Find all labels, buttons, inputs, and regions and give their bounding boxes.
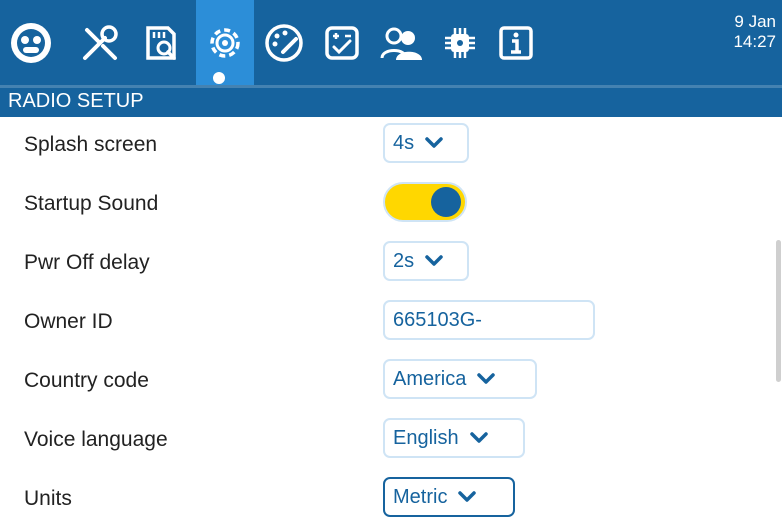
startup-sound-label: Startup Sound	[24, 192, 159, 215]
chevron-down-icon	[458, 491, 477, 502]
startup-sound-toggle[interactable]	[383, 182, 467, 222]
setting-row-country-code: Country code America	[0, 353, 770, 411]
theme-tab[interactable]	[256, 0, 312, 85]
sd-card-icon	[146, 25, 176, 60]
users-tab[interactable]	[372, 0, 430, 85]
clock: 9 Jan 14:27	[733, 12, 776, 52]
page-title-bar: RADIO SETUP	[0, 85, 782, 117]
date-text: 9 Jan	[734, 12, 776, 31]
owner-id-input[interactable]: 665103G-	[383, 300, 595, 340]
checklist-tab[interactable]	[314, 0, 370, 85]
model-tab[interactable]	[2, 0, 60, 85]
splash-screen-label: Splash screen	[24, 133, 158, 156]
chevron-down-icon	[425, 255, 443, 266]
users-icon	[380, 27, 422, 60]
gear-icon	[210, 27, 240, 58]
units-dropdown[interactable]: Metric	[383, 477, 515, 517]
splash-screen-value: 4s	[393, 131, 415, 154]
setting-row-voice-language: Voice language English	[0, 412, 770, 470]
pwr-off-delay-value: 2s	[393, 249, 415, 272]
voice-language-dropdown[interactable]: English	[383, 418, 525, 458]
setting-row-units: Units Metric	[0, 471, 770, 529]
setting-row-pwr-off-delay: Pwr Off delay 2s	[0, 235, 770, 293]
country-code-label: Country code	[24, 369, 149, 392]
info-tab[interactable]	[488, 0, 544, 85]
hardware-tab[interactable]	[432, 0, 488, 85]
tools-tab[interactable]	[72, 0, 128, 85]
country-code-value: America	[393, 367, 467, 390]
units-value: Metric	[393, 485, 448, 508]
pwr-off-delay-dropdown[interactable]: 2s	[383, 241, 469, 281]
setting-row-splash-screen: Splash screen 4s	[0, 117, 770, 175]
chevron-down-icon	[477, 373, 496, 384]
scrollbar[interactable]	[776, 240, 781, 382]
toggle-knob	[431, 187, 461, 217]
top-toolbar: 9 Jan 14:27	[0, 0, 782, 87]
pwr-off-delay-label: Pwr Off delay	[24, 251, 150, 274]
sd-card-tab[interactable]	[132, 0, 190, 85]
model-icon	[11, 22, 51, 63]
setting-row-startup-sound: Startup Sound	[0, 176, 770, 234]
chevron-down-icon	[425, 137, 443, 148]
owner-id-label: Owner ID	[24, 310, 113, 333]
checklist-icon	[325, 25, 359, 60]
splash-screen-dropdown[interactable]: 4s	[383, 123, 469, 163]
page-title: RADIO SETUP	[8, 90, 144, 112]
hardware-chip-icon	[445, 27, 475, 58]
country-code-dropdown[interactable]: America	[383, 359, 537, 399]
setting-row-owner-id: Owner ID 665103G-	[0, 294, 770, 352]
voice-language-value: English	[393, 426, 459, 449]
voice-language-label: Voice language	[24, 428, 168, 451]
chevron-down-icon	[469, 432, 488, 443]
tools-icon	[83, 24, 118, 60]
settings-list: Splash screen 4s Startup Sound Pwr Off d…	[0, 117, 782, 520]
theme-palette-icon	[265, 23, 303, 62]
time-text: 14:27	[733, 32, 776, 51]
units-label: Units	[24, 487, 72, 510]
owner-id-value: 665103G-	[393, 308, 482, 331]
info-icon	[499, 25, 533, 60]
